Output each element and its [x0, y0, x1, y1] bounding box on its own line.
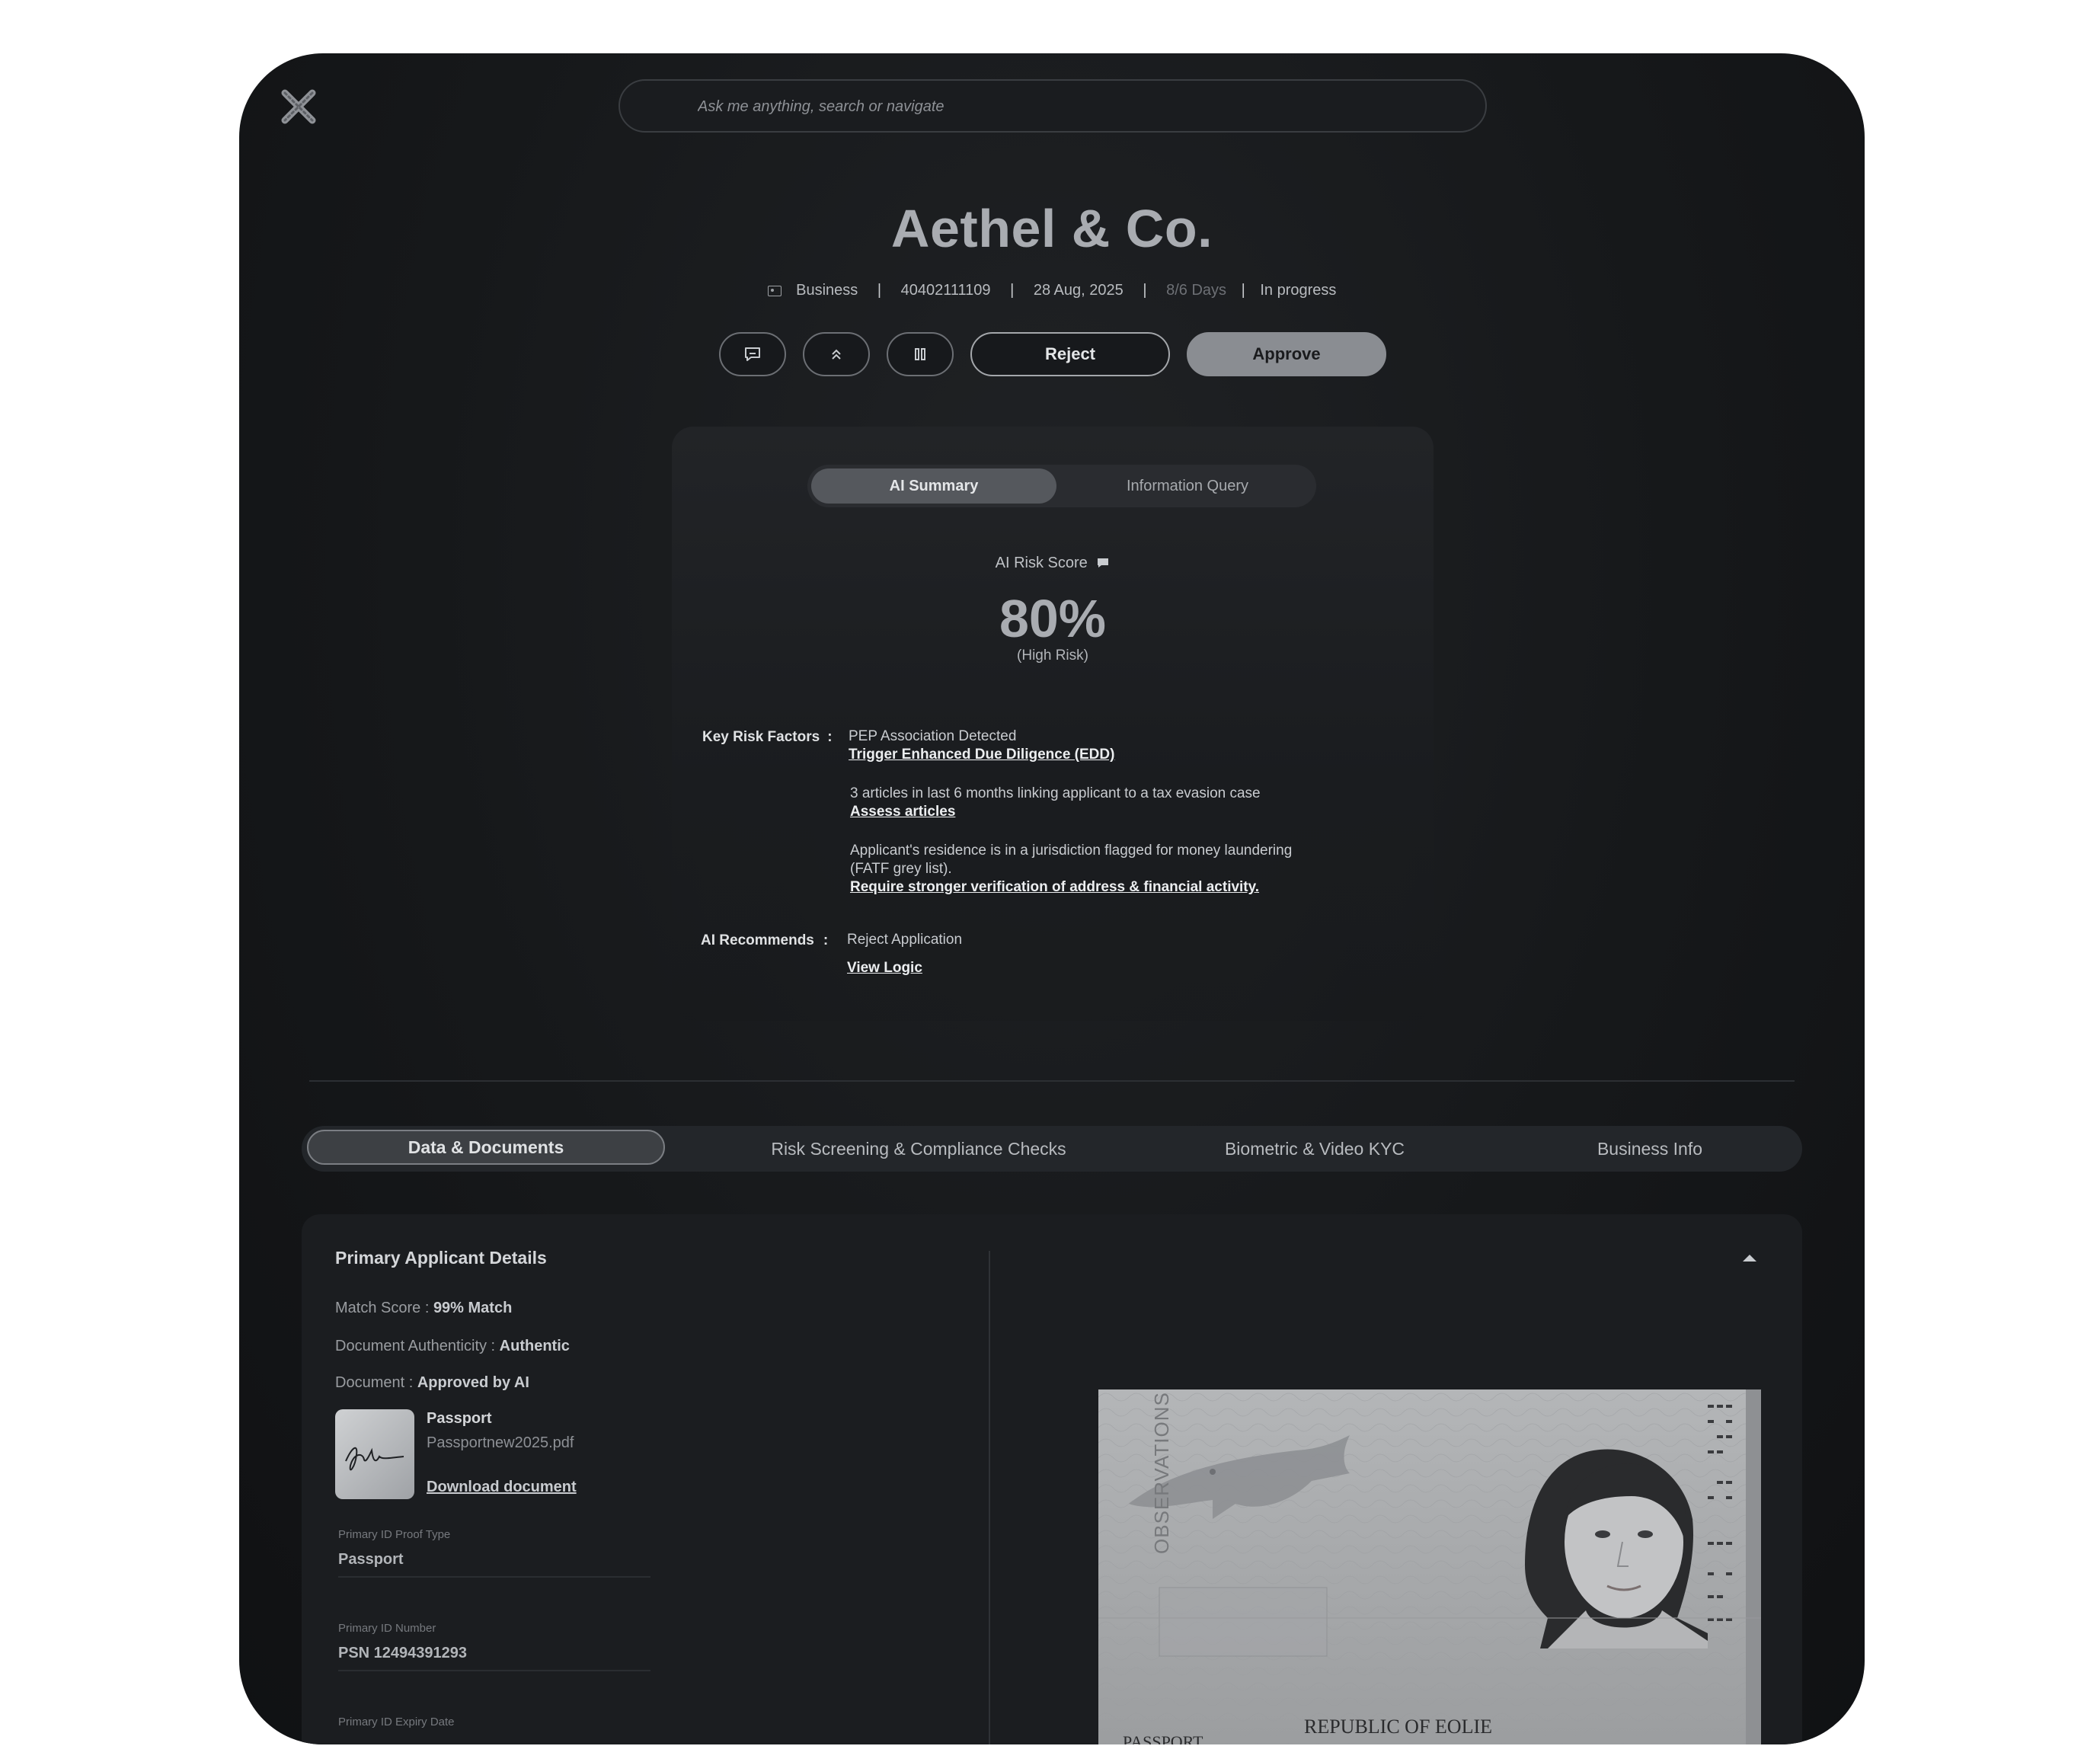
case-meta: Business | 40402111109 | 28 Aug, 2025 | …	[239, 282, 1865, 299]
colon: :	[827, 729, 833, 745]
field-label: Primary ID Number	[338, 1622, 436, 1635]
reject-button[interactable]: Reject	[970, 332, 1170, 376]
signature-icon	[345, 1447, 404, 1471]
close-icon[interactable]	[277, 85, 320, 128]
key-risk-factors-label: Key Risk Factors:	[702, 729, 833, 746]
document-status: Document : Approved by AI	[335, 1374, 529, 1391]
case-date: 28 Aug, 2025	[1033, 282, 1124, 299]
authenticity-value: Authentic	[499, 1338, 570, 1354]
risk-factor-2: 3 articles in last 6 months linking appl…	[850, 785, 1261, 801]
comment-icon	[745, 347, 760, 361]
risk-factor-3: Applicant's residence is in a jurisdicti…	[850, 843, 1293, 877]
pause-icon	[915, 348, 925, 360]
separator: |	[877, 282, 882, 299]
passport-image: OBSERVATIONS REPUBLIC OF EOLIE PASSPORT	[1098, 1389, 1761, 1744]
document-label: Document	[335, 1374, 405, 1391]
match-score: Match Score : 99% Match	[335, 1300, 513, 1316]
escalate-button[interactable]	[803, 332, 870, 376]
collapse-icon[interactable]	[1741, 1252, 1758, 1267]
authenticity-label: Document Authenticity	[335, 1338, 487, 1354]
page-title: Aethel & Co.	[890, 199, 1213, 258]
case-days: 8/6 Days	[1166, 282, 1227, 299]
colon: :	[823, 932, 829, 948]
signature-thumbnail[interactable]	[335, 1409, 414, 1499]
pause-button[interactable]	[887, 332, 954, 376]
field-label: Primary ID Expiry Date	[338, 1716, 455, 1728]
tab-ai-summary[interactable]: AI Summary	[811, 468, 1056, 504]
passport-illustration	[1098, 1389, 1761, 1744]
document-filename: Passportnew2025.pdf	[427, 1434, 574, 1451]
comment-button[interactable]	[719, 332, 786, 376]
ai-recommendation: Reject Application	[847, 932, 963, 948]
chat-bubble-icon[interactable]	[1096, 557, 1110, 569]
section-heading: Primary Applicant Details	[335, 1248, 547, 1268]
risk-factor-text: PEP Association Detected	[849, 728, 1017, 744]
ai-recommends-text: AI Recommends	[701, 932, 814, 948]
case-id: 40402111109	[900, 282, 991, 299]
risk-score-value: 80%	[999, 589, 1107, 648]
field-value[interactable]: PSN 12494391293	[338, 1645, 467, 1662]
download-document-link[interactable]: Download document	[427, 1479, 577, 1496]
case-type: Business	[796, 282, 858, 299]
stronger-verification-link[interactable]: Require stronger verification of address…	[850, 879, 1259, 896]
app-window: Aethel & Co. Business | 40402111109 | 28…	[239, 53, 1865, 1744]
main-tabs: Data & Documents Risk Screening & Compli…	[302, 1126, 1802, 1172]
passport-country: REPUBLIC OF EOLIE	[1304, 1716, 1492, 1738]
view-logic-link[interactable]: View Logic	[847, 960, 922, 977]
summary-toggle: AI Summary Information Query	[807, 465, 1316, 507]
field-underline	[338, 1576, 650, 1578]
section-divider	[309, 1080, 1795, 1082]
separator: |	[1010, 282, 1015, 299]
passport-doc-word: PASSPORT	[1123, 1732, 1203, 1744]
search-bar[interactable]	[618, 79, 1487, 133]
risk-level: (High Risk)	[1017, 648, 1088, 664]
document-type: Passport	[427, 1410, 492, 1427]
search-input[interactable]	[696, 81, 1446, 133]
ai-recommends-label: AI Recommends:	[701, 932, 828, 949]
tab-business-info[interactable]: Business Info	[1520, 1126, 1779, 1172]
document-value: Approved by AI	[417, 1374, 529, 1391]
risk-score-label-text: AI Risk Score	[995, 555, 1088, 571]
field-value[interactable]: Passport	[338, 1551, 404, 1569]
match-score-value: 99% Match	[433, 1300, 513, 1316]
ai-summary-card: AI Summary Information Query AI Risk Sco…	[672, 427, 1434, 1021]
passport-vertical-text: OBSERVATIONS	[1150, 1392, 1173, 1554]
risk-factor-1: PEP Association Detected	[849, 728, 1336, 746]
id-card-icon	[767, 285, 782, 296]
key-risk-factors-text: Key Risk Factors	[702, 729, 820, 745]
risk-score-label: AI Risk Score	[672, 555, 1434, 572]
field-label: Primary ID Proof Type	[338, 1528, 451, 1541]
panel-divider	[989, 1251, 990, 1744]
approve-button[interactable]: Approve	[1187, 332, 1386, 376]
edd-link[interactable]: Trigger Enhanced Due Diligence (EDD)	[849, 747, 1114, 763]
document-authenticity: Document Authenticity : Authentic	[335, 1338, 570, 1354]
field-underline	[338, 1670, 650, 1671]
tab-risk-screening[interactable]: Risk Screening & Compliance Checks	[728, 1126, 1109, 1172]
separator: |	[1143, 282, 1147, 299]
case-status: In progress	[1260, 282, 1337, 299]
match-score-label: Match Score	[335, 1300, 421, 1316]
tab-data-documents[interactable]: Data & Documents	[307, 1130, 665, 1165]
tab-biometric-kyc[interactable]: Biometric & Video KYC	[1147, 1126, 1482, 1172]
double-chevron-up-icon	[832, 349, 841, 360]
assess-articles-link[interactable]: Assess articles	[850, 804, 955, 820]
tab-information-query[interactable]: Information Query	[1065, 468, 1310, 504]
separator: |	[1241, 282, 1245, 299]
